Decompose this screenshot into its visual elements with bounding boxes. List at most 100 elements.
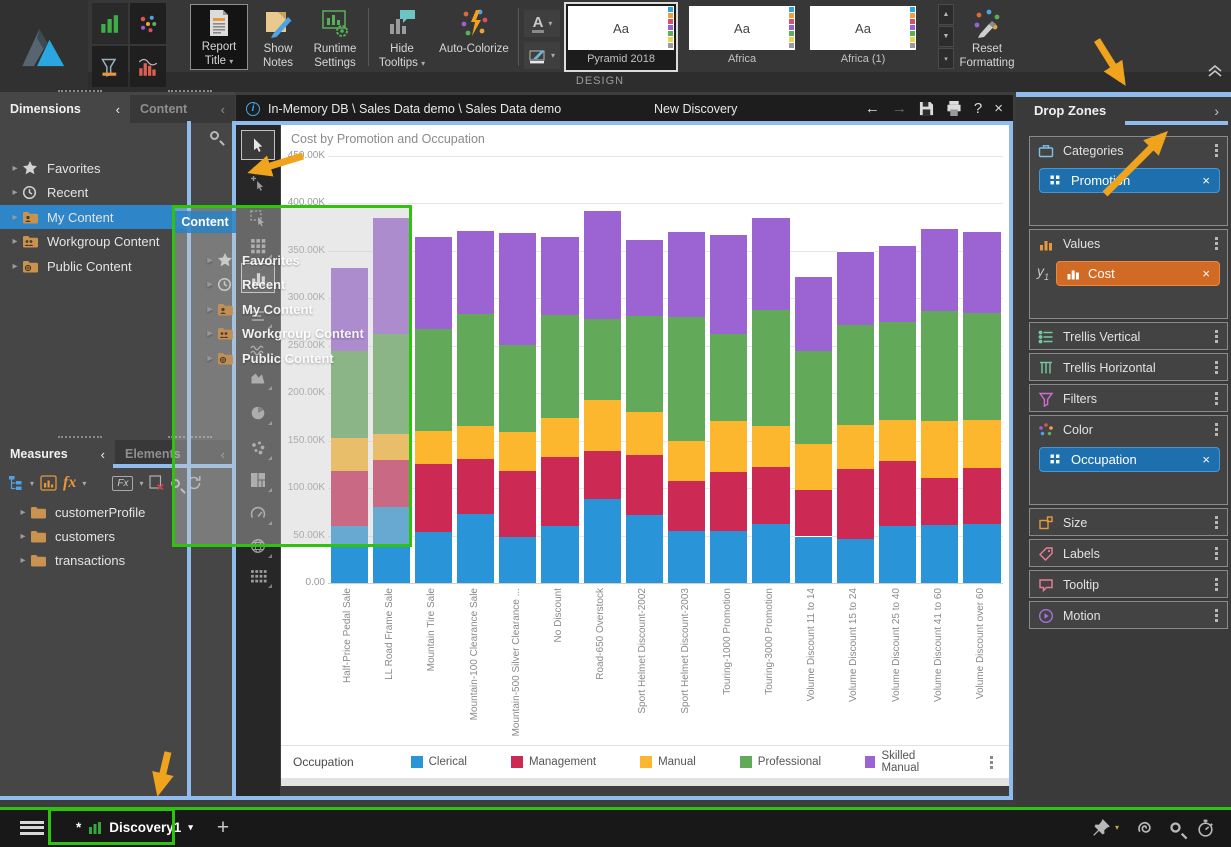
timer-icon[interactable] [1196, 818, 1215, 838]
info-icon[interactable]: i [246, 102, 260, 116]
collapse-icon[interactable]: ‹ [101, 447, 105, 462]
legend-menu-icon[interactable] [990, 761, 993, 764]
bar-segment-clerical[interactable] [837, 539, 874, 583]
chip-occupation[interactable]: Occupation× [1039, 447, 1220, 472]
bar-segment-clerical[interactable] [457, 514, 494, 583]
tool-matrix-view[interactable] [241, 561, 275, 591]
bar-segment-management[interactable] [879, 461, 916, 526]
bar-segment-management[interactable] [499, 471, 536, 537]
bar-segment-professional[interactable] [963, 313, 1000, 420]
bar-segment-manual[interactable] [415, 431, 452, 464]
back-button[interactable]: ← [865, 100, 880, 117]
bar-segment-clerical[interactable] [668, 531, 705, 583]
drop-zone-menu-icon[interactable] [1215, 614, 1218, 617]
hierarchy-view-icon[interactable] [8, 475, 24, 491]
bar-segment-skilled-manual[interactable] [879, 246, 916, 322]
column-chart-view-button[interactable] [92, 3, 128, 44]
fill-color-button[interactable]: ▾ [524, 42, 560, 69]
legend-item-skilled-manual[interactable]: Skilled Manual [865, 750, 946, 774]
bar-segment-professional[interactable] [710, 334, 747, 420]
theme-africa[interactable]: AaAfrica [685, 2, 799, 72]
pin-dropdown-icon[interactable]: ▾ [1115, 823, 1119, 832]
tab-content[interactable]: Content‹ [130, 95, 235, 123]
show-notes-button[interactable]: Show Notes [252, 6, 304, 70]
report-title-button[interactable]: Report Title ▾ [190, 4, 248, 70]
theme-gallery-expand-button[interactable]: ▾ [938, 48, 954, 69]
add-tab-button[interactable]: + [217, 816, 229, 840]
save-icon[interactable] [919, 101, 934, 116]
help-button[interactable]: ? [974, 100, 982, 117]
bar-segment-clerical[interactable] [626, 515, 663, 583]
bar-segment-manual[interactable] [499, 432, 536, 471]
fx-icon[interactable]: fx [63, 474, 76, 492]
tree-item-recent[interactable]: ▸Recent [0, 181, 188, 205]
tool-point-select[interactable] [241, 168, 275, 198]
bar-segment-professional[interactable] [499, 345, 536, 432]
forward-button[interactable]: → [892, 100, 907, 117]
bar-segment-management[interactable] [626, 455, 663, 515]
theme-scroll-up-button[interactable]: ▲ [938, 4, 954, 25]
bar-segment-professional[interactable] [457, 314, 494, 426]
drop-zone-menu-icon[interactable] [1215, 552, 1218, 555]
collapse-icon[interactable]: ‹ [116, 102, 120, 117]
tab-measures[interactable]: Measures‹ [0, 440, 115, 468]
caret-icon[interactable]: ▸ [8, 187, 22, 198]
bar-segment-management[interactable] [710, 472, 747, 531]
drop-zone-menu-icon[interactable] [1215, 428, 1218, 431]
drag-handle[interactable] [58, 436, 102, 438]
bar-segment-skilled-manual[interactable] [457, 231, 494, 315]
runtime-settings-button[interactable]: Runtime Settings [306, 6, 364, 70]
bar-segment-manual[interactable] [541, 418, 578, 457]
tree-item-transactions[interactable]: ▸transactions [8, 548, 196, 572]
pin-icon[interactable] [1092, 818, 1111, 837]
hide-tooltips-button[interactable]: Hide Tooltips ▾ [374, 6, 430, 71]
histogram-view-button[interactable] [130, 46, 166, 87]
bar-segment-manual[interactable] [752, 426, 789, 467]
drop-zone-menu-icon[interactable] [1215, 149, 1218, 152]
bar-segment-skilled-manual[interactable] [668, 232, 705, 317]
legend-item-manual[interactable]: Manual [640, 750, 696, 774]
theme-africa-1-[interactable]: AaAfrica (1) [806, 2, 920, 72]
drop-zone-menu-icon[interactable] [1215, 583, 1218, 586]
caret-icon[interactable]: ▸ [8, 212, 22, 223]
collapse-ribbon-button[interactable] [1207, 64, 1223, 83]
bar-segment-manual[interactable] [710, 421, 747, 472]
tree-item-my-content[interactable]: ▸My Content [0, 205, 188, 229]
drop-zone-motion[interactable]: Motion [1029, 601, 1228, 629]
print-icon[interactable] [946, 101, 962, 116]
bar-segment-management[interactable] [752, 467, 789, 524]
bar-segment-clerical[interactable] [415, 532, 452, 583]
drag-handle[interactable] [58, 90, 102, 92]
bar-segment-professional[interactable] [921, 311, 958, 421]
bar-segment-skilled-manual[interactable] [795, 277, 832, 351]
remove-chip-icon[interactable]: × [1202, 173, 1210, 188]
close-discovery-button[interactable]: × [994, 100, 1003, 117]
bar-segment-skilled-manual[interactable] [415, 237, 452, 329]
tree-item-workgroup-content[interactable]: ▸Workgroup Content [0, 230, 188, 254]
bar-segment-professional[interactable] [752, 310, 789, 427]
drop-zone-menu-icon[interactable] [1215, 397, 1218, 400]
bar-segment-professional[interactable] [626, 316, 663, 412]
funnel-view-button[interactable] [92, 46, 128, 87]
swirl-icon[interactable] [1135, 818, 1155, 838]
drop-zone-trellis-vertical[interactable]: Trellis Vertical [1029, 322, 1228, 350]
bar-segment-clerical[interactable] [499, 537, 536, 583]
scatter-view-button[interactable] [130, 3, 166, 44]
fx-box-icon[interactable]: Fx [112, 476, 133, 491]
bar-segment-skilled-manual[interactable] [626, 240, 663, 317]
expand-panel-icon[interactable]: › [1214, 103, 1219, 119]
caret-icon[interactable]: ▸ [16, 531, 30, 542]
bar-segment-manual[interactable] [668, 441, 705, 482]
bar-segment-clerical[interactable] [710, 531, 747, 583]
bar-segment-manual[interactable] [584, 400, 621, 451]
bar-segment-professional[interactable] [795, 351, 832, 444]
chip-cost[interactable]: Cost× [1056, 261, 1220, 286]
tool-select-cursor[interactable] [241, 130, 275, 160]
bar-segment-management[interactable] [668, 481, 705, 530]
theme-pyramid-2018[interactable]: AaPyramid 2018 [564, 2, 678, 72]
bar-segment-clerical[interactable] [921, 525, 958, 583]
bar-segment-manual[interactable] [795, 444, 832, 490]
bar-segment-clerical[interactable] [584, 499, 621, 583]
drop-zone-color[interactable]: ColorOccupation× [1029, 415, 1228, 505]
bar-segment-management[interactable] [795, 490, 832, 536]
